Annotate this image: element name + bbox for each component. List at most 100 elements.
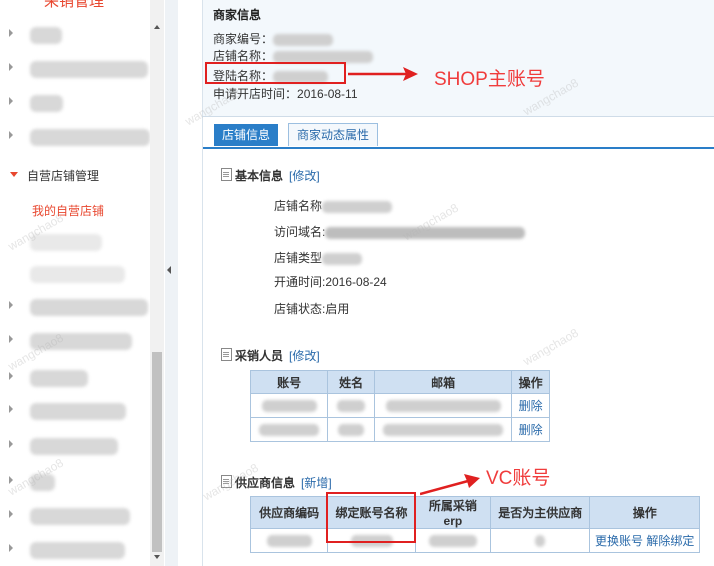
add-supplier-link[interactable]: [新增] (301, 476, 332, 490)
scrollbar-thumb[interactable] (152, 352, 162, 552)
buyers-title: 采销人员 (235, 349, 284, 363)
scroll-down-icon[interactable] (154, 555, 160, 559)
redacted-label (30, 474, 55, 491)
sidebar-item[interactable] (0, 25, 150, 45)
chevron-right-icon (9, 440, 13, 448)
redacted-cell (249, 393, 329, 418)
sidebar-scrollbar[interactable] (150, 0, 164, 566)
table-row: 删除 (249, 393, 550, 418)
arrow-up-right-icon (420, 474, 480, 496)
suppliers-header: 供应商信息 [新增] (221, 474, 332, 491)
scroll-up-icon[interactable] (154, 25, 160, 29)
open-time-row: 申请开店时间：2016-08-11 (213, 85, 358, 102)
redacted-cell (327, 417, 376, 442)
login-name-highlight-box (205, 62, 346, 84)
sidebar-item[interactable] (0, 59, 150, 79)
redacted-value (428, 535, 477, 548)
redacted-label (30, 438, 118, 455)
content-left-margin (178, 0, 203, 566)
redacted-value (322, 252, 363, 265)
shop-name-label: 店铺名称： (213, 49, 274, 63)
redacted-label (30, 266, 125, 283)
sidebar-subitem-my-store[interactable]: 我的自营店铺 (32, 202, 104, 219)
chevron-right-icon (9, 301, 13, 309)
redacted-cell (374, 393, 513, 418)
redacted-label (30, 299, 148, 316)
sidebar-item[interactable] (0, 506, 150, 526)
sidebar-item[interactable] (0, 436, 150, 456)
tab-bar: 店铺信息 商家动态属性 (203, 117, 714, 149)
redacted-label (30, 542, 125, 559)
table-header-row: 账号 姓名 邮箱 操作 (249, 370, 550, 394)
redacted-label (30, 95, 63, 112)
redacted-cell (249, 417, 329, 442)
redacted-value (325, 226, 526, 239)
redacted-value (266, 535, 312, 548)
sidebar-item[interactable] (0, 368, 150, 388)
action-cell: 更换账号 解除绑定 (589, 528, 700, 553)
merchant-info-title: 商家信息 (213, 8, 262, 22)
chevron-right-icon (9, 372, 13, 380)
sidebar-collapse-handle[interactable] (165, 0, 178, 566)
redacted-cell (490, 528, 591, 553)
sidebar-item[interactable] (0, 127, 150, 147)
redacted-label (30, 333, 132, 350)
column-header: 是否为主供应商 (490, 496, 591, 529)
sidebar-item[interactable] (0, 472, 150, 492)
shop-name-label: 店铺名称 (274, 199, 323, 213)
sidebar-item[interactable] (0, 401, 150, 421)
shop-account-annotation: SHOP主账号 (434, 69, 545, 90)
sidebar-item[interactable] (0, 297, 150, 317)
merchant-info-panel: 商家信息 商家编号： 店铺名称： 登陆名称： 申请开店时间：2016-08-11 (203, 0, 714, 117)
sidebar-item[interactable] (0, 331, 150, 351)
action-cell: 删除 (511, 417, 550, 442)
basic-info-edit-link[interactable]: [修改] (289, 169, 320, 183)
chevron-right-icon (9, 476, 13, 484)
tab-merchant-dynamic-attributes[interactable]: 商家动态属性 (288, 123, 379, 146)
sidebar-subitem[interactable] (0, 232, 150, 252)
redacted-value (259, 424, 320, 437)
redacted-cell (374, 417, 513, 442)
merchant-no-row: 商家编号： (213, 30, 334, 47)
chevron-right-icon (9, 29, 13, 37)
change-account-link[interactable]: 更换账号 (595, 534, 643, 548)
redacted-label (30, 508, 130, 525)
redacted-label (30, 370, 88, 387)
chevron-left-icon (167, 266, 171, 274)
sidebar-item[interactable] (0, 93, 150, 113)
delete-link[interactable]: 删除 (519, 399, 543, 413)
redacted-value (535, 535, 546, 548)
open-time-label: 申请开店时间： (213, 87, 298, 101)
sidebar-section-title: 采销管理 (44, 0, 105, 10)
document-icon (221, 475, 232, 488)
tab-store-info[interactable]: 店铺信息 (214, 124, 279, 146)
chevron-right-icon (9, 335, 13, 343)
redacted-label (30, 403, 126, 420)
action-cell: 删除 (511, 393, 550, 418)
redacted-cell (327, 393, 376, 418)
sidebar-item-label: 自营店铺管理 (27, 169, 100, 183)
buyers-edit-link[interactable]: [修改] (289, 349, 320, 363)
merchant-no-label: 商家编号： (213, 32, 274, 46)
redacted-value (385, 400, 501, 413)
sidebar-item[interactable] (0, 540, 150, 560)
redacted-value (261, 400, 317, 413)
shop-status-line: 店铺状态:启用 (274, 302, 350, 316)
delete-link[interactable]: 删除 (519, 423, 543, 437)
document-icon (221, 348, 232, 361)
table-row: 更换账号 解除绑定 (249, 528, 700, 553)
table-header-row: 供应商编码 绑定账号名称 所属采销erp 是否为主供应商 操作 (249, 496, 700, 529)
store-info-content: 基本信息 [修改] 店铺名称 访问域名: 店铺类型 开通时间:2016-08-24… (203, 149, 714, 566)
column-header: 邮箱 (374, 370, 513, 394)
buyers-header: 采销人员 [修改] (221, 347, 320, 364)
redacted-label (30, 27, 62, 44)
unbind-link[interactable]: 解除绑定 (646, 534, 694, 548)
redacted-cell (249, 528, 329, 553)
redacted-value (383, 424, 504, 437)
vc-account-annotation: VC账号 (486, 468, 551, 489)
domain-line: 访问域名: (274, 223, 526, 240)
document-icon (221, 168, 232, 181)
sidebar-subitem[interactable] (0, 264, 150, 284)
redacted-label (30, 129, 150, 146)
redacted-label (30, 234, 102, 251)
